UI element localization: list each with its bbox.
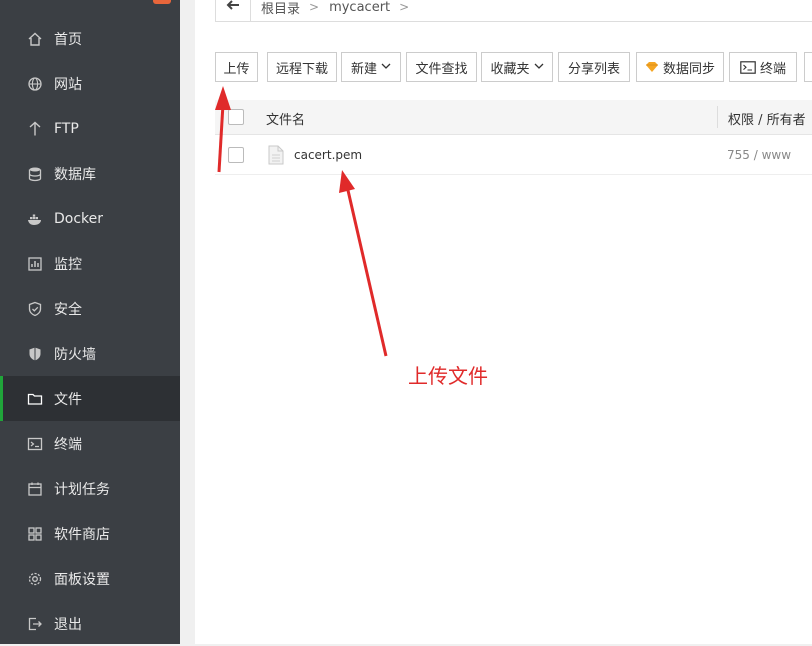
remote-download-label: 远程下载 [275, 61, 328, 77]
file-icon [268, 145, 284, 169]
sidebar-item-label: Docker [54, 210, 104, 227]
data-sync-button[interactable]: 数据同步 [636, 52, 724, 82]
terminal-icon [740, 60, 756, 74]
file-toolbar: 上传 远程下载 新建 文件查找 收藏夹 分享列表 数据同步 终端 [215, 52, 812, 84]
terminal-button[interactable]: 终端 [729, 52, 797, 82]
table-row[interactable]: cacert.pem 755 / www [215, 135, 812, 175]
chevron-right-icon: > [309, 0, 320, 14]
sidebar-item-security[interactable]: 安全 [0, 286, 180, 331]
shield-icon [26, 300, 44, 318]
sidebar-item-label: 数据库 [54, 166, 96, 183]
sidebar-item-label: 监控 [54, 256, 82, 273]
sidebar-item-label: 软件商店 [54, 526, 110, 543]
sidebar-item-terminal[interactable]: 终端 [0, 421, 180, 466]
sidebar-item-firewall[interactable]: 防火墙 [0, 331, 180, 376]
select-all-checkbox[interactable] [228, 109, 244, 125]
breadcrumb-label: mycacert [329, 0, 391, 15]
sidebar-item-logout[interactable]: 退出 [0, 601, 180, 646]
new-dropdown-button[interactable]: 新建 [341, 52, 401, 82]
sidebar-item-label: 首页 [54, 31, 82, 48]
share-list-button[interactable]: 分享列表 [558, 52, 630, 82]
chevron-right-icon: > [399, 0, 410, 14]
home-icon [26, 30, 44, 48]
firewall-icon [26, 345, 44, 363]
sidebar-item-label: 安全 [54, 301, 82, 318]
chevron-down-icon [534, 62, 544, 73]
main-content: 根目录 > mycacert > 上传 远程下载 新建 文件查找 收藏夹 分享列… [195, 0, 812, 644]
sidebar-item-label: 退出 [54, 616, 82, 633]
globe-icon [26, 75, 44, 93]
new-label: 新建 [350, 61, 377, 77]
sidebar-item-label: 面板设置 [54, 571, 110, 588]
sidebar-item-home[interactable]: 首页 [0, 16, 180, 61]
upload-label: 上传 [223, 61, 250, 77]
sidebar-item-ftp[interactable]: FTP [0, 106, 180, 151]
terminal-icon [26, 435, 44, 453]
back-button[interactable] [216, 0, 251, 21]
sidebar-item-label: FTP [54, 120, 79, 137]
upload-button[interactable]: 上传 [215, 52, 258, 82]
sidebar-item-settings[interactable]: 面板设置 [0, 556, 180, 601]
sidebar-item-label: 计划任务 [54, 481, 110, 498]
file-table-header: 文件名 权限 / 所有者 [215, 100, 812, 135]
breadcrumb-item-mycacert[interactable]: mycacert > [329, 0, 409, 15]
grid-icon [26, 525, 44, 543]
remote-download-button[interactable]: 远程下载 [267, 52, 337, 82]
breadcrumb-item-root[interactable]: 根目录 > [261, 0, 319, 17]
terminal-label: 终端 [759, 61, 786, 77]
favorites-label: 收藏夹 [490, 61, 530, 77]
sidebar-item-docker[interactable]: Docker [0, 196, 180, 241]
docker-icon [26, 210, 44, 228]
database-icon [26, 165, 44, 183]
column-divider [717, 106, 718, 128]
favorites-dropdown-button[interactable]: 收藏夹 [481, 52, 553, 82]
breadcrumb-label: 根目录 [261, 1, 301, 17]
column-header-perm[interactable]: 权限 / 所有者 [728, 109, 806, 128]
sidebar-item-monitor[interactable]: 监控 [0, 241, 180, 286]
logout-icon [26, 615, 44, 633]
folder-icon [26, 390, 44, 408]
sidebar-item-store[interactable]: 软件商店 [0, 511, 180, 556]
calendar-icon [26, 480, 44, 498]
arrow-left-icon [226, 0, 240, 15]
more-toolbar-button[interactable] [804, 52, 812, 82]
diamond-icon [645, 61, 659, 73]
file-name-link[interactable]: cacert.pem [294, 148, 362, 162]
file-search-label: 文件查找 [415, 61, 468, 77]
sidebar-item-files[interactable]: 文件 [0, 376, 180, 421]
notification-badge [153, 0, 171, 4]
monitor-icon [26, 255, 44, 273]
annotation-label: 上传文件 [408, 364, 488, 388]
breadcrumb: 根目录 > mycacert > [215, 0, 812, 22]
sidebar-item-label: 网站 [54, 76, 82, 93]
share-list-label: 分享列表 [567, 61, 620, 77]
sidebar-item-website[interactable]: 网站 [0, 61, 180, 106]
sidebar-item-cron[interactable]: 计划任务 [0, 466, 180, 511]
file-search-button[interactable]: 文件查找 [406, 52, 477, 82]
sidebar-item-label: 文件 [54, 391, 82, 408]
row-checkbox[interactable] [228, 147, 244, 163]
file-permission: 755 / www [727, 148, 792, 162]
sidebar-item-database[interactable]: 数据库 [0, 151, 180, 196]
data-sync-label: 数据同步 [662, 61, 715, 77]
sidebar-item-label: 防火墙 [54, 346, 96, 363]
chevron-down-icon [381, 62, 391, 73]
gear-icon [26, 570, 44, 588]
sidebar-item-label: 终端 [54, 436, 82, 453]
column-header-name[interactable]: 文件名 [266, 109, 305, 128]
ftp-icon [26, 120, 44, 138]
sidebar: 首页 网站 FTP 数据库 Docker 监控 安全 防火墙 文件 终端 计划任… [0, 0, 180, 644]
